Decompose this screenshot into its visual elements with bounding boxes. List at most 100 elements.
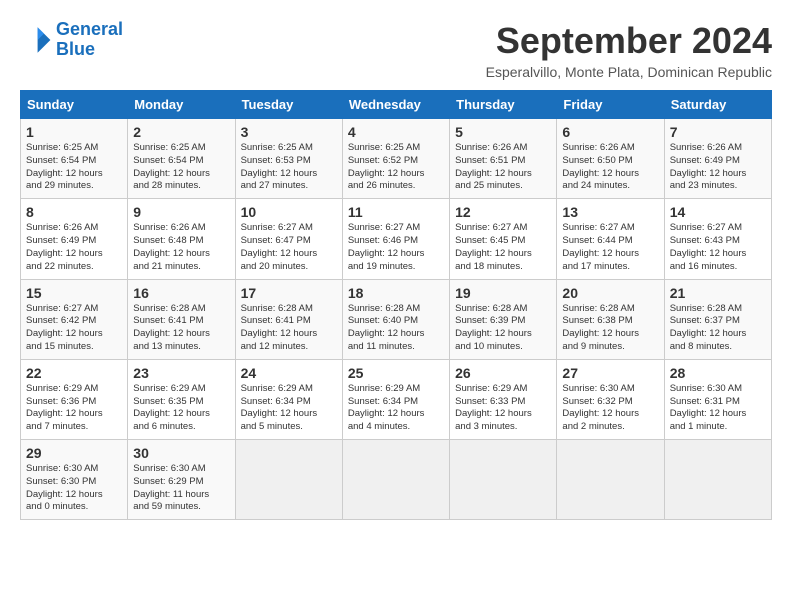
calendar-week-4: 22 Sunrise: 6:29 AM Sunset: 6:36 PM Dayli… (21, 359, 772, 439)
calendar-subtitle: Esperalvillo, Monte Plata, Dominican Rep… (486, 64, 772, 80)
day-info: Sunrise: 6:25 AM Sunset: 6:53 PM Dayligh… (241, 142, 337, 193)
day-number: 23 (133, 365, 229, 381)
day-number: 24 (241, 365, 337, 381)
calendar-cell: 19 Sunrise: 6:28 AM Sunset: 6:39 PM Dayli… (450, 279, 557, 359)
day-info: Sunrise: 6:28 AM Sunset: 6:40 PM Dayligh… (348, 303, 444, 354)
weekday-header-wednesday: Wednesday (342, 91, 449, 119)
day-number: 11 (348, 204, 444, 220)
day-number: 25 (348, 365, 444, 381)
day-number: 27 (562, 365, 658, 381)
day-number: 13 (562, 204, 658, 220)
logo-icon (20, 24, 52, 56)
day-number: 10 (241, 204, 337, 220)
calendar-cell: 8Sunrise: 6:26 AM Sunset: 6:49 PM Daylig… (21, 199, 128, 279)
day-info: Sunrise: 6:28 AM Sunset: 6:41 PM Dayligh… (241, 303, 337, 354)
calendar-cell: 17 Sunrise: 6:28 AM Sunset: 6:41 PM Dayli… (235, 279, 342, 359)
day-number: 2 (133, 124, 229, 140)
calendar-cell (450, 440, 557, 520)
day-info: Sunrise: 6:30 AM Sunset: 6:31 PM Dayligh… (670, 383, 766, 434)
day-number: 22 (26, 365, 122, 381)
day-number: 30 (133, 445, 229, 461)
day-number: 29 (26, 445, 122, 461)
calendar-cell: 1 Sunrise: 6:25 AM Sunset: 6:54 PM Daylig… (21, 119, 128, 199)
calendar-cell (557, 440, 664, 520)
day-info: Sunrise: 6:26 AM Sunset: 6:49 PM Dayligh… (670, 142, 766, 193)
calendar-cell: 22 Sunrise: 6:29 AM Sunset: 6:36 PM Dayli… (21, 359, 128, 439)
day-info: Sunrise: 6:27 AM Sunset: 6:45 PM Dayligh… (455, 222, 551, 273)
day-info: Sunrise: 6:29 AM Sunset: 6:36 PM Dayligh… (26, 383, 122, 434)
day-number: 15 (26, 285, 122, 301)
day-number: 5 (455, 124, 551, 140)
calendar-cell: 21 Sunrise: 6:28 AM Sunset: 6:37 PM Dayli… (664, 279, 771, 359)
logo-line1: General (56, 19, 123, 39)
day-number: 17 (241, 285, 337, 301)
day-info: Sunrise: 6:25 AM Sunset: 6:54 PM Dayligh… (26, 142, 122, 193)
calendar-cell: 20Sunrise: 6:28 AM Sunset: 6:38 PM Dayli… (557, 279, 664, 359)
calendar-cell: 3 Sunrise: 6:25 AM Sunset: 6:53 PM Daylig… (235, 119, 342, 199)
calendar-cell: 12 Sunrise: 6:27 AM Sunset: 6:45 PM Dayli… (450, 199, 557, 279)
calendar-cell: 9 Sunrise: 6:26 AM Sunset: 6:48 PM Daylig… (128, 199, 235, 279)
weekday-header-monday: Monday (128, 91, 235, 119)
day-info: Sunrise: 6:30 AM Sunset: 6:32 PM Dayligh… (562, 383, 658, 434)
calendar-week-2: 8Sunrise: 6:26 AM Sunset: 6:49 PM Daylig… (21, 199, 772, 279)
weekday-header-thursday: Thursday (450, 91, 557, 119)
calendar-week-3: 15 Sunrise: 6:27 AM Sunset: 6:42 PM Dayli… (21, 279, 772, 359)
day-number: 4 (348, 124, 444, 140)
day-number: 12 (455, 204, 551, 220)
calendar-week-5: 29 Sunrise: 6:30 AM Sunset: 6:30 PM Dayli… (21, 440, 772, 520)
day-number: 16 (133, 285, 229, 301)
calendar-cell (342, 440, 449, 520)
calendar-week-1: 1 Sunrise: 6:25 AM Sunset: 6:54 PM Daylig… (21, 119, 772, 199)
day-info: Sunrise: 6:28 AM Sunset: 6:37 PM Dayligh… (670, 303, 766, 354)
logo-line2: Blue (56, 39, 95, 59)
day-number: 1 (26, 124, 122, 140)
day-info: Sunrise: 6:28 AM Sunset: 6:39 PM Dayligh… (455, 303, 551, 354)
day-number: 21 (670, 285, 766, 301)
day-info: Sunrise: 6:29 AM Sunset: 6:34 PM Dayligh… (241, 383, 337, 434)
day-number: 28 (670, 365, 766, 381)
calendar-cell: 25 Sunrise: 6:29 AM Sunset: 6:34 PM Dayli… (342, 359, 449, 439)
weekday-header-saturday: Saturday (664, 91, 771, 119)
calendar-cell (664, 440, 771, 520)
calendar-cell: 5 Sunrise: 6:26 AM Sunset: 6:51 PM Daylig… (450, 119, 557, 199)
calendar-cell: 27 Sunrise: 6:30 AM Sunset: 6:32 PM Dayli… (557, 359, 664, 439)
day-info: Sunrise: 6:28 AM Sunset: 6:41 PM Dayligh… (133, 303, 229, 354)
day-number: 20 (562, 285, 658, 301)
calendar-cell: 4Sunrise: 6:25 AM Sunset: 6:52 PM Daylig… (342, 119, 449, 199)
day-info: Sunrise: 6:26 AM Sunset: 6:50 PM Dayligh… (562, 142, 658, 193)
calendar-cell (235, 440, 342, 520)
calendar-cell: 7Sunrise: 6:26 AM Sunset: 6:49 PM Daylig… (664, 119, 771, 199)
calendar-cell: 26Sunrise: 6:29 AM Sunset: 6:33 PM Dayli… (450, 359, 557, 439)
day-number: 6 (562, 124, 658, 140)
calendar-cell: 23 Sunrise: 6:29 AM Sunset: 6:35 PM Dayli… (128, 359, 235, 439)
calendar-table: SundayMondayTuesdayWednesdayThursdayFrid… (20, 90, 772, 520)
day-number: 19 (455, 285, 551, 301)
day-info: Sunrise: 6:26 AM Sunset: 6:51 PM Dayligh… (455, 142, 551, 193)
day-info: Sunrise: 6:29 AM Sunset: 6:35 PM Dayligh… (133, 383, 229, 434)
day-number: 18 (348, 285, 444, 301)
calendar-cell: 30Sunrise: 6:30 AM Sunset: 6:29 PM Dayli… (128, 440, 235, 520)
day-info: Sunrise: 6:30 AM Sunset: 6:30 PM Dayligh… (26, 463, 122, 514)
day-info: Sunrise: 6:27 AM Sunset: 6:43 PM Dayligh… (670, 222, 766, 273)
calendar-cell: 18 Sunrise: 6:28 AM Sunset: 6:40 PM Dayli… (342, 279, 449, 359)
weekday-header-sunday: Sunday (21, 91, 128, 119)
calendar-cell: 2 Sunrise: 6:25 AM Sunset: 6:54 PM Daylig… (128, 119, 235, 199)
day-info: Sunrise: 6:27 AM Sunset: 6:42 PM Dayligh… (26, 303, 122, 354)
calendar-cell: 28 Sunrise: 6:30 AM Sunset: 6:31 PM Dayli… (664, 359, 771, 439)
calendar-cell: 13 Sunrise: 6:27 AM Sunset: 6:44 PM Dayli… (557, 199, 664, 279)
day-info: Sunrise: 6:27 AM Sunset: 6:46 PM Dayligh… (348, 222, 444, 273)
calendar-cell: 14 Sunrise: 6:27 AM Sunset: 6:43 PM Dayli… (664, 199, 771, 279)
calendar-cell: 15 Sunrise: 6:27 AM Sunset: 6:42 PM Dayli… (21, 279, 128, 359)
calendar-title: September 2024 (486, 20, 772, 62)
day-number: 9 (133, 204, 229, 220)
day-info: Sunrise: 6:29 AM Sunset: 6:34 PM Dayligh… (348, 383, 444, 434)
page-header: General Blue September 2024 Esperalvillo… (20, 20, 772, 80)
day-number: 14 (670, 204, 766, 220)
day-info: Sunrise: 6:27 AM Sunset: 6:44 PM Dayligh… (562, 222, 658, 273)
title-block: September 2024 Esperalvillo, Monte Plata… (486, 20, 772, 80)
day-info: Sunrise: 6:26 AM Sunset: 6:48 PM Dayligh… (133, 222, 229, 273)
day-number: 3 (241, 124, 337, 140)
calendar-cell: 10Sunrise: 6:27 AM Sunset: 6:47 PM Dayli… (235, 199, 342, 279)
day-info: Sunrise: 6:25 AM Sunset: 6:54 PM Dayligh… (133, 142, 229, 193)
calendar-header: SundayMondayTuesdayWednesdayThursdayFrid… (21, 91, 772, 119)
